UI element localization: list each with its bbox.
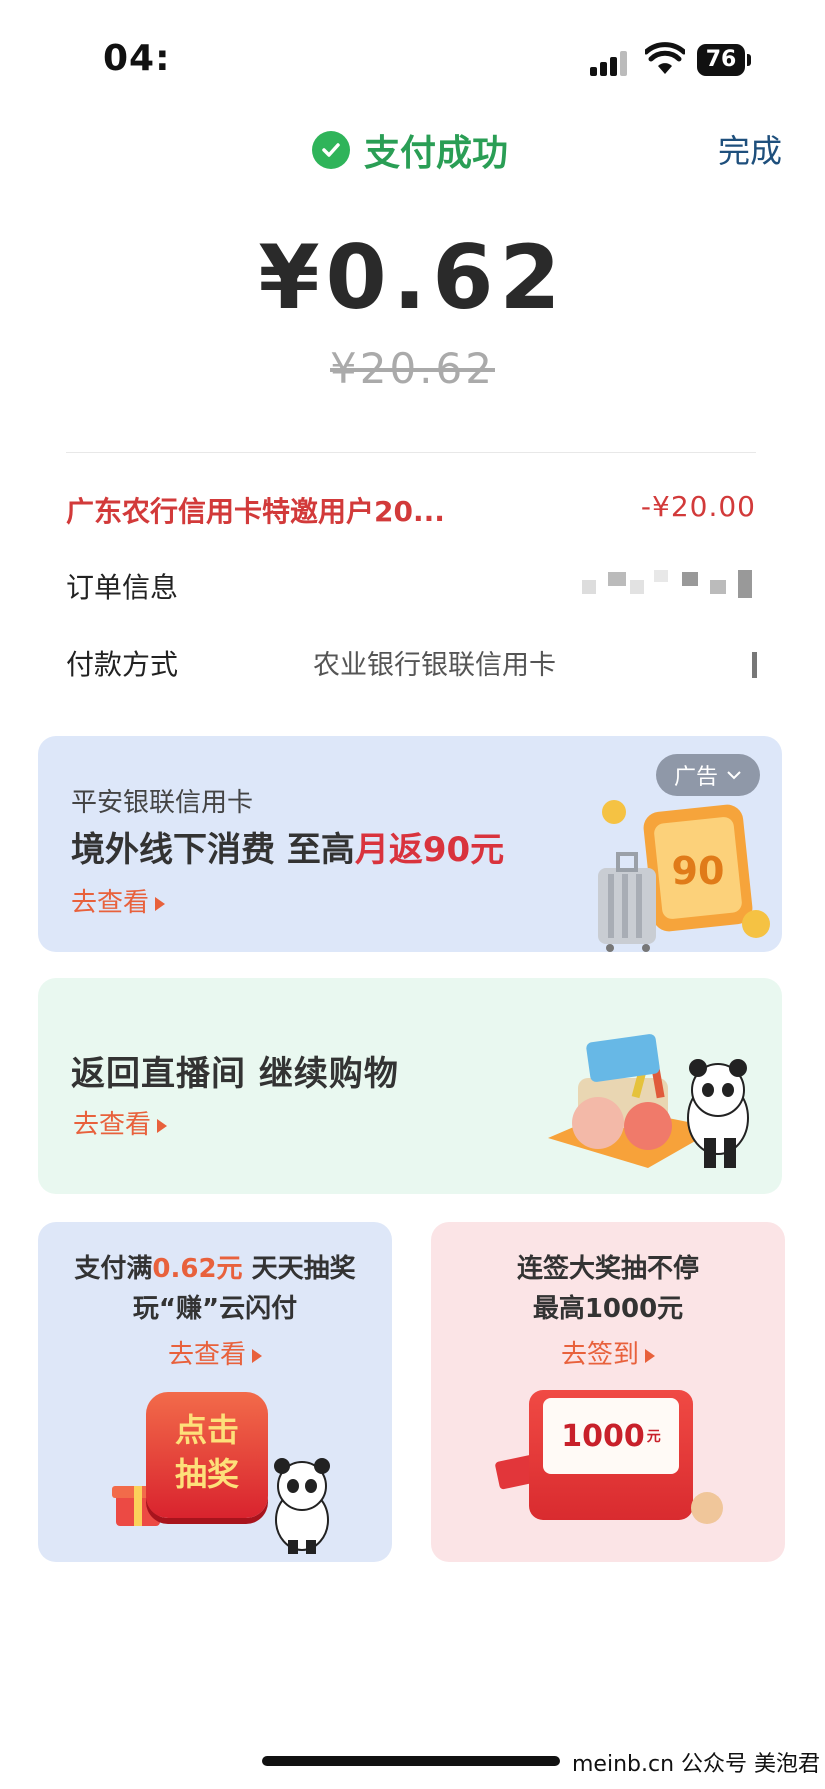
order-info-label: 订单信息 — [66, 571, 179, 604]
pay-method-value: 农业银行银联信用卡 — [313, 650, 556, 681]
sign-in-link-label: 去签到 — [560, 1340, 639, 1370]
arrow-right-icon — [155, 896, 166, 911]
draw-lottery-button[interactable]: 点击 抽奖 — [146, 1392, 268, 1518]
status-time: 04: — [103, 38, 171, 79]
arrow-right-icon — [645, 1348, 655, 1363]
suitcase-coupon-illustration: 90 — [598, 800, 770, 952]
shopping-panda-illustration — [548, 1034, 749, 1168]
gold-coin-icon — [691, 1492, 723, 1524]
done-button[interactable]: 完成 — [718, 126, 782, 172]
lottery-promo-line1: 支付满0.62元 天天抽奖 — [38, 1248, 392, 1285]
success-check-icon — [312, 131, 350, 169]
status-text: 支付成功 — [364, 133, 509, 174]
card-number-redacted — [752, 652, 757, 678]
battery-tip — [747, 54, 751, 66]
pingan-view-link-label: 去查看 — [71, 888, 150, 918]
original-amount: ¥20.62 — [330, 344, 495, 393]
arrow-right-icon — [157, 1118, 168, 1133]
discount-label: 广东农行信用卡特邀用户20... — [66, 495, 445, 528]
discount-value: -¥20.00 — [640, 490, 756, 523]
live-view-link-label: 去查看 — [73, 1110, 152, 1140]
prize-card: 1000 元 — [543, 1398, 679, 1474]
lottery-line1-suffix: 天天抽奖 — [242, 1254, 356, 1284]
lottery-view-link[interactable]: 去查看 — [38, 1334, 392, 1371]
home-indicator[interactable] — [262, 1756, 560, 1766]
coupon-value: 90 — [672, 849, 725, 893]
live-promo-title: 返回直播间 继续购物 — [71, 1054, 399, 1094]
draw-button-line1: 点击 — [174, 1411, 239, 1449]
payment-success-page: 04: 76 支付成功 完成 ¥0.62 ¥20.62 广东农行信用卡特邀用户2… — [0, 0, 825, 1789]
pingan-promo-headline: 境外线下消费 至高月返90元 — [71, 822, 504, 871]
pingan-headline-text: 境外线下消费 至高 — [71, 830, 355, 870]
pingan-view-link[interactable]: 去查看 — [71, 882, 166, 919]
lottery-promo-card[interactable]: 支付满0.62元 天天抽奖 玩“赚”云闪付 去查看 点击 抽奖 — [38, 1222, 392, 1562]
pay-method-label: 付款方式 — [66, 648, 179, 681]
wifi-icon — [645, 42, 685, 74]
sign-promo-line1: 连签大奖抽不停 — [516, 1254, 699, 1284]
lottery-line1-prefix: 支付满 — [74, 1254, 153, 1284]
watermark: meinb.cn 公众号 美泡君 — [572, 1752, 821, 1777]
arrow-right-icon — [252, 1348, 262, 1363]
prize-unit: 元 — [646, 1429, 661, 1445]
sign-in-link[interactable]: 去签到 — [431, 1334, 785, 1371]
panda-mascot-icon — [274, 1458, 330, 1554]
lottery-promo-line2: 玩“赚”云闪付 — [132, 1294, 298, 1324]
prize-value: 1000 — [561, 1418, 645, 1454]
red-envelope-prize: 1000 元 — [529, 1390, 693, 1520]
sign-in-promo-card[interactable]: 连签大奖抽不停 最高1000元 去签到 1000 元 — [431, 1222, 785, 1562]
sign-promo-line2: 最高1000元 — [532, 1294, 684, 1324]
battery-indicator: 76 — [697, 44, 745, 76]
draw-button-line2: 抽奖 — [174, 1455, 239, 1493]
pingan-promo-title: 平安银联信用卡 — [71, 788, 254, 818]
divider — [66, 452, 756, 453]
lottery-line1-highlight: 0.62元 — [152, 1254, 243, 1284]
pingan-promo-card[interactable]: 平安银联信用卡 境外线下消费 至高月返90元 去查看 广告 90 — [38, 736, 782, 952]
payment-status: 支付成功 — [312, 124, 508, 176]
lottery-view-link-label: 去查看 — [167, 1340, 246, 1370]
live-view-link[interactable]: 去查看 — [73, 1104, 168, 1141]
cellular-signal-icon — [590, 50, 630, 76]
live-stream-promo-card[interactable]: 返回直播间 继续购物 去查看 — [38, 978, 782, 1194]
pingan-headline-highlight: 月返90元 — [354, 830, 505, 870]
paid-amount: ¥0.62 — [258, 226, 567, 329]
